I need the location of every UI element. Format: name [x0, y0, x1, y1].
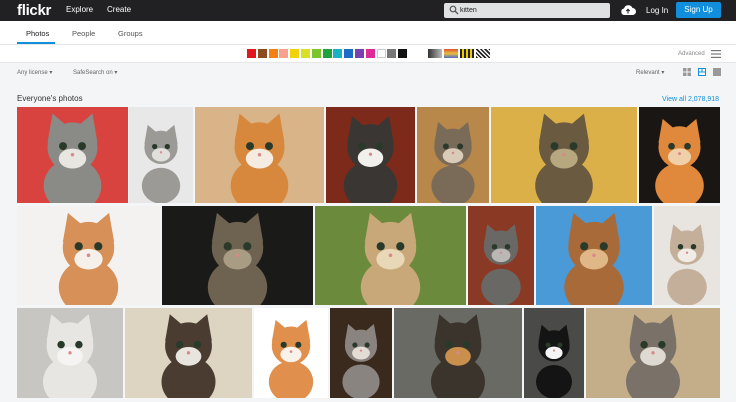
kitten-photo	[586, 308, 720, 398]
photo-tile[interactable]	[524, 308, 584, 398]
view-all-link[interactable]: View all 2,078,918	[662, 96, 719, 103]
section-title: Everyone's photos	[17, 94, 83, 103]
kitten-photo	[254, 308, 328, 398]
kitten-photo	[125, 308, 252, 398]
flickr-logo[interactable]: flickr	[17, 2, 51, 19]
photo-tile[interactable]	[536, 206, 652, 305]
photo-tile[interactable]	[17, 206, 160, 305]
photo-tile[interactable]	[586, 308, 720, 398]
color-swatch[interactable]	[398, 49, 408, 58]
upload-icon[interactable]	[620, 4, 636, 16]
menu-icon[interactable]	[711, 50, 721, 58]
active-tab-indicator	[17, 42, 55, 44]
photo-tile[interactable]	[491, 107, 637, 203]
patterns-filter[interactable]	[476, 49, 490, 58]
photo-tile[interactable]	[315, 206, 466, 305]
tab-groups[interactable]: Groups	[118, 29, 143, 38]
color-swatch[interactable]	[311, 49, 321, 58]
photo-tile[interactable]	[639, 107, 720, 203]
color-swatch[interactable]	[344, 49, 354, 58]
color-swatch[interactable]	[376, 49, 386, 58]
color-swatch[interactable]	[279, 49, 289, 58]
kitten-photo	[491, 107, 637, 203]
kitten-photo	[17, 308, 123, 398]
advanced-search-link[interactable]: Advanced	[678, 51, 705, 57]
color-swatch[interactable]	[355, 49, 364, 58]
search-input[interactable]	[460, 4, 606, 17]
large-view-icon[interactable]	[713, 68, 721, 76]
photo-tile[interactable]	[394, 308, 522, 398]
kitten-photo	[639, 107, 720, 203]
search-type-tabs: Photos People Groups	[0, 21, 736, 45]
kitten-photo	[417, 107, 489, 203]
chevron-down-icon: ▾	[49, 70, 53, 76]
chevron-down-icon: ▾	[661, 70, 665, 76]
photo-tile[interactable]	[129, 107, 193, 203]
grid-view-icon[interactable]	[683, 68, 691, 76]
color-swatch[interactable]	[290, 49, 300, 58]
kitten-photo	[468, 206, 534, 305]
color-swatch[interactable]	[268, 49, 278, 58]
kitten-photo	[326, 107, 415, 203]
kitten-photo	[129, 107, 193, 203]
search-box[interactable]	[444, 3, 610, 18]
black-white-filter[interactable]	[428, 49, 442, 58]
photo-tile[interactable]	[17, 308, 123, 398]
kitten-photo	[536, 206, 652, 305]
sort-label: Relevant	[636, 70, 660, 76]
kitten-photo	[654, 206, 720, 305]
minimalist-filter[interactable]	[460, 49, 474, 58]
kitten-photo	[524, 308, 584, 398]
color-swatch[interactable]	[257, 49, 267, 58]
photo-tile[interactable]	[125, 308, 252, 398]
shallow-depth-filter[interactable]	[444, 49, 458, 58]
search-icon	[449, 5, 459, 15]
photo-tile[interactable]	[654, 206, 720, 305]
color-swatch[interactable]	[247, 49, 256, 58]
photo-tile[interactable]	[326, 107, 415, 203]
create-link[interactable]: Create	[107, 5, 131, 14]
photo-tile[interactable]	[417, 107, 489, 203]
kitten-photo	[315, 206, 466, 305]
color-swatch[interactable]	[387, 49, 397, 58]
login-link[interactable]: Log In	[646, 6, 668, 15]
safesearch-label: SafeSearch on	[73, 70, 113, 76]
filter-bar: Any license ▾ SafeSearch on ▾ Relevant ▾	[0, 64, 736, 80]
color-filter-bar: Advanced	[0, 45, 736, 63]
photo-tile[interactable]	[162, 206, 313, 305]
kitten-photo	[195, 107, 324, 203]
kitten-photo	[162, 206, 313, 305]
tab-people[interactable]: People	[72, 29, 95, 38]
photo-tile[interactable]	[330, 308, 392, 398]
tab-photos[interactable]: Photos	[26, 29, 49, 38]
photo-tile[interactable]	[195, 107, 324, 203]
color-swatch[interactable]	[322, 49, 332, 58]
kitten-photo	[17, 107, 128, 203]
explore-link[interactable]: Explore	[66, 5, 93, 14]
kitten-photo	[330, 308, 392, 398]
color-swatch[interactable]	[333, 49, 343, 58]
kitten-photo	[17, 206, 160, 305]
signup-button[interactable]: Sign Up	[676, 2, 721, 18]
safesearch-dropdown[interactable]: SafeSearch on ▾	[73, 69, 117, 76]
kitten-photo	[394, 308, 522, 398]
license-dropdown[interactable]: Any license ▾	[17, 69, 52, 76]
justified-view-icon[interactable]	[698, 68, 706, 76]
photo-tile[interactable]	[17, 107, 128, 203]
sort-dropdown[interactable]: Relevant ▾	[636, 69, 664, 76]
color-swatch[interactable]	[301, 49, 310, 58]
photo-tile[interactable]	[254, 308, 328, 398]
license-label: Any license	[17, 70, 48, 76]
chevron-down-icon: ▾	[114, 70, 118, 76]
color-swatch[interactable]	[365, 49, 375, 58]
photo-tile[interactable]	[468, 206, 534, 305]
top-navigation-bar: flickr Explore Create Log In Sign Up	[0, 0, 736, 21]
